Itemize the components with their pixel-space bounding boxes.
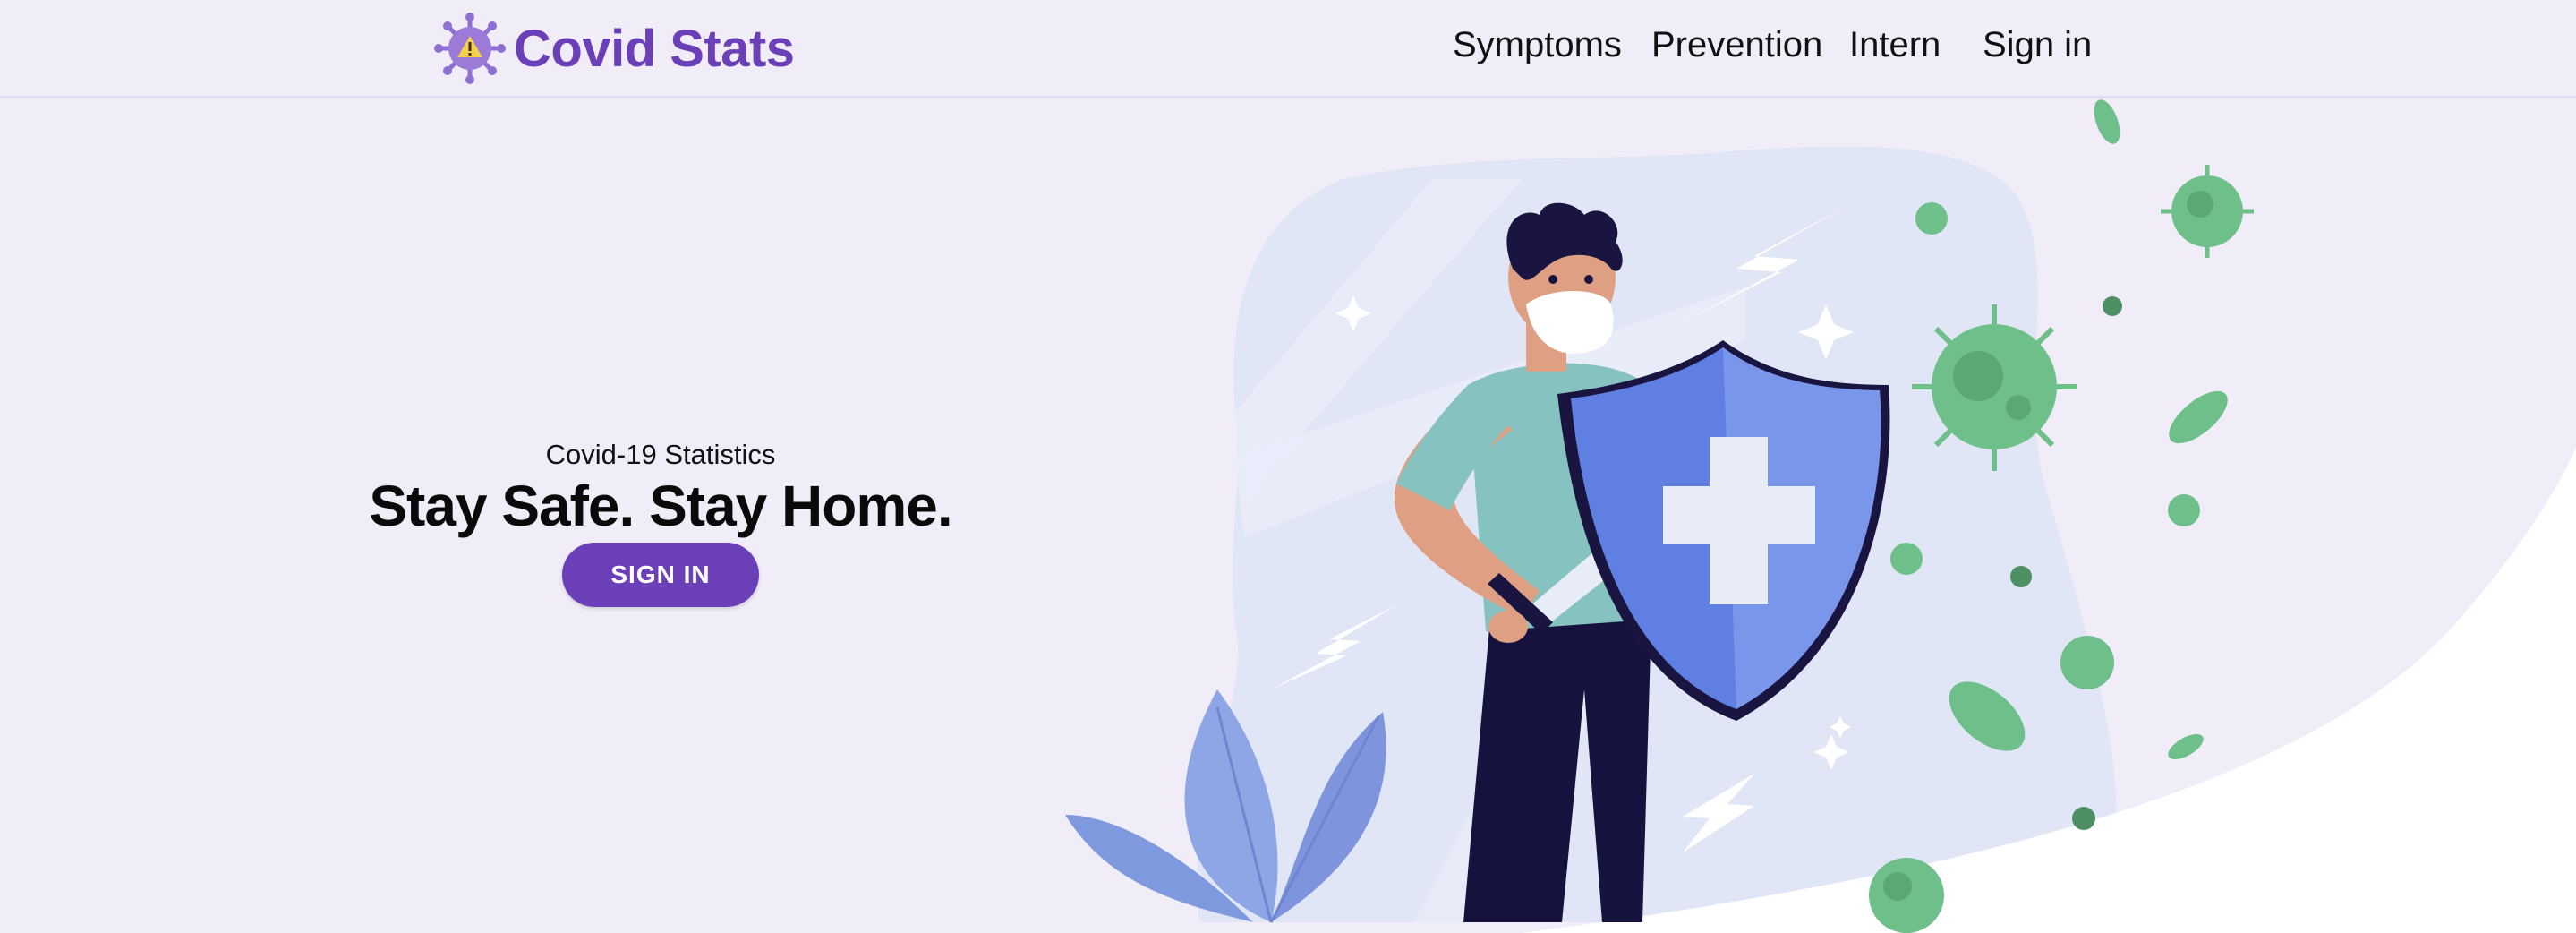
brand-name: Covid Stats [514,19,795,78]
virus-warning-icon [434,13,506,84]
nav-link-symptoms[interactable]: Symptoms [1453,25,1622,65]
hero-title: Stay Safe. Stay Home. [369,474,952,538]
nav-link-prevention[interactable]: Prevention [1651,25,1822,65]
hero-section: Covid-19 Statistics Stay Safe. Stay Home… [340,430,981,607]
nav-link-intern[interactable]: Intern [1849,25,1941,65]
top-navbar: Covid Stats Symptoms Prevention Intern S… [0,0,2576,98]
nav-link-signin[interactable]: Sign in [1983,25,2092,65]
virus-medium [2161,165,2254,258]
hero-subtitle: Covid-19 Statistics [545,439,776,470]
brand-link[interactable]: Covid Stats [433,7,795,90]
hero-signin-button[interactable]: SIGN IN [562,543,759,607]
